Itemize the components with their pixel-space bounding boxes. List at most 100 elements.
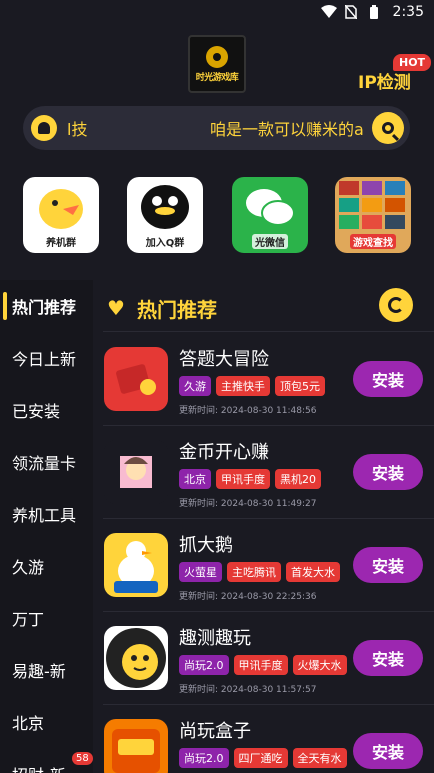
wechat-icon (246, 189, 295, 226)
bell-icon (31, 115, 57, 141)
app-icon-red-envelope (104, 347, 168, 411)
section-header: ♥ 热门推荐 (103, 280, 434, 332)
install-button[interactable]: 安装 (353, 547, 423, 583)
sidebar-item-tools[interactable]: 养机工具 (0, 488, 93, 540)
hot-badge: HOT (393, 54, 432, 71)
shortcut-phone-group[interactable]: 养机群 (23, 177, 99, 253)
app-name: 尚玩盒子 (179, 721, 251, 742)
refresh-button[interactable] (379, 288, 413, 322)
logo-text: 时光游戏库 (195, 72, 239, 83)
sidebar-item-jiuyou[interactable]: 久游 (0, 540, 93, 592)
update-time: 更新时间: 2024-08-30 11:57:57 (179, 685, 317, 695)
update-time: 更新时间: 2024-08-30 22:25:36 (179, 592, 317, 602)
tag: 甲讯手度 (233, 655, 288, 675)
app-icon-emoji (104, 626, 168, 690)
sidebar-item-data-card[interactable]: 领流量卡 (0, 436, 93, 488)
sidebar-item-yiqu[interactable]: 易趣-新 (0, 644, 93, 696)
app-name: 抓大鹅 (179, 535, 233, 556)
tag: 火萤星 (179, 562, 222, 582)
qq-penguin-icon (141, 185, 189, 229)
app-row[interactable]: 尚玩盒子 尚玩2.0 四厂通吃 全天有水 安装 (103, 705, 434, 773)
tag-list: 尚玩2.0 甲讯手度 火爆大水 (179, 655, 359, 675)
shortcut-label: 光微信 (252, 234, 288, 249)
install-button[interactable]: 安装 (353, 361, 423, 397)
app-icon-goose (104, 533, 168, 597)
sidebar-item-label: 万丁 (12, 610, 45, 629)
sidebar-item-label: 北京 (12, 714, 45, 733)
tag: 尚玩2.0 (179, 748, 229, 768)
tag: 主吃腾讯 (227, 562, 281, 582)
notice-marquee-text: 咱是一款可以赚米的a (210, 120, 364, 139)
status-time: 2:35 (392, 4, 424, 20)
shortcut-qq-group[interactable]: 加入Q群 (127, 177, 203, 253)
app-list-panel: ♥ 热门推荐 答题大冒险 久游 主推快手 顶包5元 更新时间: 2024-08-… (103, 280, 434, 773)
tag-list: 久游 主推快手 顶包5元 (179, 376, 359, 396)
header: 时光游戏库 IP检测 HOT (0, 24, 434, 100)
update-time: 更新时间: 2024-08-30 11:49:27 (179, 499, 317, 509)
status-bar: 2:35 (0, 0, 434, 24)
update-time: 更新时间: 2024-08-30 11:48:56 (179, 406, 317, 416)
tag: 四厂通吃 (233, 748, 288, 768)
shortcut-game-search[interactable]: 游戏查找 (335, 177, 411, 253)
sidebar-item-label: 热门推荐 (12, 298, 77, 317)
tag: 首发大水 (286, 562, 340, 582)
app-row[interactable]: 金币开心赚 北京 甲讯手度 黑机20 更新时间: 2024-08-30 11:4… (103, 426, 434, 519)
sidebar-item-label: 久游 (12, 558, 45, 577)
sidebar-item-installed[interactable]: 已安装 (0, 384, 93, 436)
app-row[interactable]: 答题大冒险 久游 主推快手 顶包5元 更新时间: 2024-08-30 11:4… (103, 333, 434, 426)
sidebar-item-label: 领流量卡 (12, 454, 77, 473)
search-icon (382, 122, 394, 134)
category-sidebar: 热门推荐 今日上新 已安装 领流量卡 养机工具 久游 万丁 易趣-新 北京 招财… (0, 280, 93, 773)
tag: 火爆大水 (292, 655, 347, 675)
notice-search-bar[interactable]: l技 咱是一款可以赚米的a (23, 106, 410, 150)
tag: 黑机20 (275, 469, 321, 489)
sidebar-item-label: 招财-新 (12, 762, 66, 773)
tag-list: 北京 甲讯手度 黑机20 (179, 469, 359, 489)
tag: 顶包5元 (275, 376, 325, 396)
tag: 尚玩2.0 (179, 655, 229, 675)
install-button[interactable]: 安装 (353, 454, 423, 490)
wifi-icon (320, 5, 337, 19)
sidebar-item-label: 养机工具 (12, 506, 77, 525)
tag: 北京 (179, 469, 211, 489)
tag: 主推快手 (216, 376, 270, 396)
app-name: 答题大冒险 (179, 349, 269, 370)
game-collage-icon (339, 181, 405, 229)
install-button[interactable]: 安装 (353, 640, 423, 676)
film-reel-icon (206, 45, 228, 68)
battery-icon (369, 5, 385, 19)
search-button[interactable] (372, 112, 404, 144)
install-button[interactable]: 安装 (353, 733, 423, 769)
ip-check-button[interactable]: IP检测 (358, 68, 411, 93)
shortcut-label: 加入Q群 (142, 234, 188, 249)
sidebar-item-new-today[interactable]: 今日上新 (0, 332, 93, 384)
sidebar-item-hot[interactable]: 热门推荐 (0, 280, 93, 332)
active-indicator (3, 292, 7, 320)
shortcut-wechat[interactable]: 光微信 (232, 177, 308, 253)
app-name: 金币开心赚 (179, 442, 269, 463)
sidebar-item-label: 今日上新 (12, 350, 77, 369)
tag: 久游 (179, 376, 211, 396)
refresh-icon (388, 297, 404, 313)
app-icon-character (104, 440, 168, 504)
sidebar-item-wanding[interactable]: 万丁 (0, 592, 93, 644)
section-title: 热门推荐 (137, 298, 217, 322)
tag-list: 火萤星 主吃腾讯 首发大水 (179, 562, 359, 582)
sidebar-item-label: 易趣-新 (12, 662, 66, 681)
duck-icon (39, 189, 83, 229)
notice-text-left: l技 (67, 120, 88, 139)
app-logo: 时光游戏库 (188, 35, 246, 93)
no-sim-icon (343, 4, 361, 20)
tag: 全天有水 (292, 748, 347, 768)
sidebar-item-label: 已安装 (12, 402, 61, 421)
app-icon-shangwan (104, 719, 168, 773)
tag: 甲讯手度 (216, 469, 270, 489)
tag-list: 尚玩2.0 四厂通吃 全天有水 (179, 748, 359, 768)
heart-icon: ♥ (107, 296, 125, 320)
count-badge: 58 (72, 752, 93, 765)
sidebar-item-beijing[interactable]: 北京 (0, 696, 93, 748)
shortcut-label: 养机群 (43, 234, 79, 249)
app-name: 趣测趣玩 (179, 628, 251, 649)
app-row[interactable]: 抓大鹅 火萤星 主吃腾讯 首发大水 更新时间: 2024-08-30 22:25… (103, 519, 434, 612)
app-row[interactable]: 趣测趣玩 尚玩2.0 甲讯手度 火爆大水 更新时间: 2024-08-30 11… (103, 612, 434, 705)
